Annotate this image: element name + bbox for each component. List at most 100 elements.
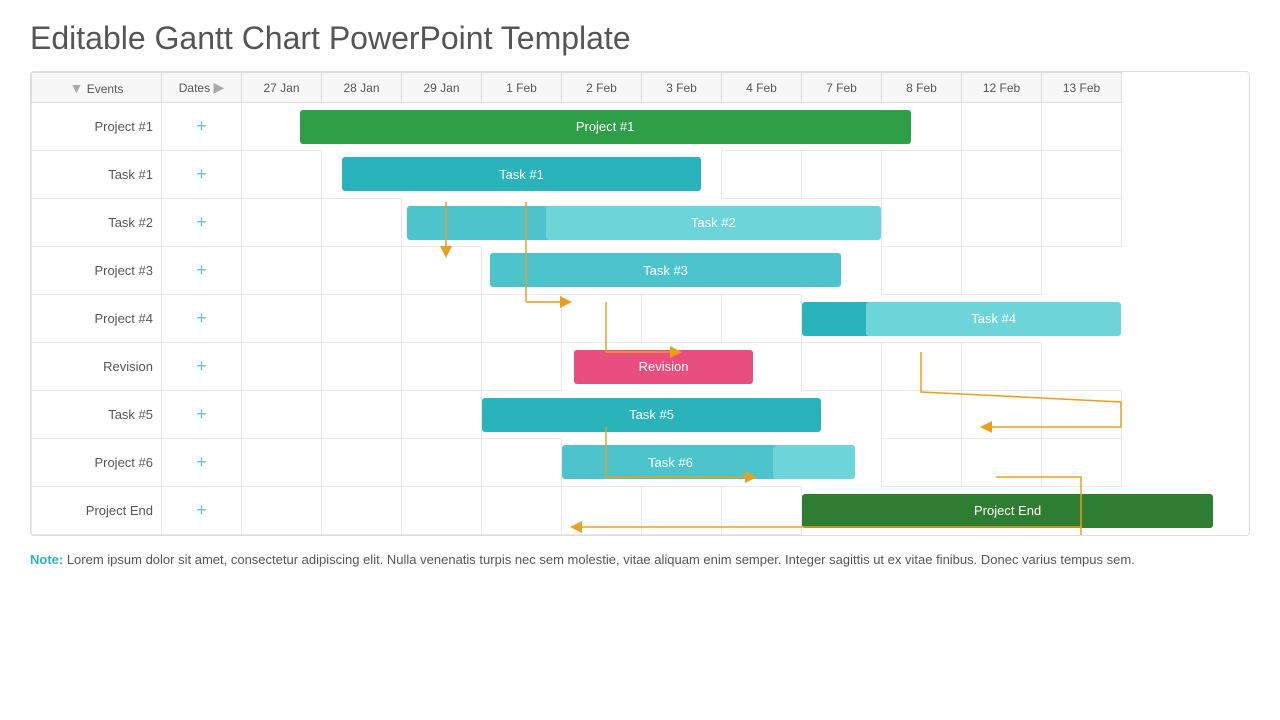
empty-p6-4 bbox=[482, 439, 562, 487]
empty-p6-3 bbox=[402, 439, 482, 487]
add-project6-btn[interactable]: + bbox=[196, 452, 207, 472]
row-task5: Task #5 + Task #5 bbox=[32, 391, 1250, 439]
bar-task3: Task #3 bbox=[490, 253, 841, 287]
note-label: Note: bbox=[30, 552, 63, 567]
add-task5-btn[interactable]: + bbox=[196, 404, 207, 424]
bar-cell-task5: Task #5 bbox=[482, 391, 882, 439]
arrow-icon: ▶ bbox=[213, 79, 224, 95]
header-day-9: 12 Feb bbox=[962, 73, 1042, 103]
bar-task1: Task #1 bbox=[342, 157, 701, 191]
empty-p6-5 bbox=[882, 439, 962, 487]
empty-t2-5 bbox=[1042, 199, 1122, 247]
action-task5[interactable]: + bbox=[162, 391, 242, 439]
row-revision: Revision + Revision bbox=[32, 343, 1250, 391]
bar-task5: Task #5 bbox=[482, 398, 821, 432]
empty-t2-1 bbox=[242, 199, 322, 247]
label-revision: Revision bbox=[32, 343, 162, 391]
empty-t2-3 bbox=[882, 199, 962, 247]
action-task2[interactable]: + bbox=[162, 199, 242, 247]
empty-p4-5 bbox=[562, 295, 642, 343]
label-task5: Task #5 bbox=[32, 391, 162, 439]
bar-task4: Task #4 bbox=[866, 302, 1122, 336]
bar-cell-task3: Task #3 bbox=[482, 247, 882, 295]
label-project4: Project #4 bbox=[32, 295, 162, 343]
bar-task6: Task #6 bbox=[562, 445, 779, 479]
bar-cell-task6: Task #6 bbox=[562, 439, 882, 487]
action-revision[interactable]: + bbox=[162, 343, 242, 391]
action-project4[interactable]: + bbox=[162, 295, 242, 343]
label-task2: Task #2 bbox=[32, 199, 162, 247]
bar-cell-task4: Task #4 bbox=[802, 295, 1122, 343]
empty-p3-2 bbox=[322, 247, 402, 295]
empty-p3-4 bbox=[882, 247, 962, 295]
bar-cell-task1: Task #1 bbox=[322, 151, 722, 199]
page-title: Editable Gantt Chart PowerPoint Template bbox=[30, 20, 1250, 57]
empty-project1b bbox=[1042, 103, 1122, 151]
add-project3-btn[interactable]: + bbox=[196, 260, 207, 280]
empty-t5-4 bbox=[882, 391, 962, 439]
empty-p3-1 bbox=[242, 247, 322, 295]
empty-p4-2 bbox=[322, 295, 402, 343]
empty-t2-4 bbox=[962, 199, 1042, 247]
table-container: ▼ Events Dates ▶ 27 Jan 28 Jan 29 Jan 1 … bbox=[31, 72, 1249, 535]
bar-task2: Task #2 bbox=[546, 206, 881, 240]
action-task1[interactable]: + bbox=[162, 151, 242, 199]
events-label: Events bbox=[87, 82, 124, 96]
bar-cell-project1: Project #1 bbox=[242, 103, 962, 151]
action-project6[interactable]: + bbox=[162, 439, 242, 487]
header-day-1: 28 Jan bbox=[322, 73, 402, 103]
gantt-table: ▼ Events Dates ▶ 27 Jan 28 Jan 29 Jan 1 … bbox=[31, 72, 1249, 535]
header-events: ▼ Events bbox=[32, 73, 162, 103]
row-task2: Task #2 + Task #2 bbox=[32, 199, 1250, 247]
add-project-end-btn[interactable]: + bbox=[196, 500, 207, 520]
empty-t5-2 bbox=[322, 391, 402, 439]
empty-t1-6 bbox=[1042, 151, 1122, 199]
empty-r-4 bbox=[482, 343, 562, 391]
action-project-end[interactable]: + bbox=[162, 487, 242, 535]
label-project3: Project #3 bbox=[32, 247, 162, 295]
header-day-10: 13 Feb bbox=[1042, 73, 1122, 103]
header-day-0: 27 Jan bbox=[242, 73, 322, 103]
empty-t1-3 bbox=[802, 151, 882, 199]
empty-t5-6 bbox=[1042, 391, 1122, 439]
header-day-4: 2 Feb bbox=[562, 73, 642, 103]
add-project1-btn[interactable]: + bbox=[196, 116, 207, 136]
action-project3[interactable]: + bbox=[162, 247, 242, 295]
empty-t2-2 bbox=[322, 199, 402, 247]
empty-r-5 bbox=[802, 343, 882, 391]
empty-t1-4 bbox=[882, 151, 962, 199]
add-task2-btn[interactable]: + bbox=[196, 212, 207, 232]
empty-r-1 bbox=[242, 343, 322, 391]
add-project4-btn[interactable]: + bbox=[196, 308, 207, 328]
action-project1[interactable]: + bbox=[162, 103, 242, 151]
empty-p6-6 bbox=[962, 439, 1042, 487]
add-revision-btn[interactable]: + bbox=[196, 356, 207, 376]
label-task1: Task #1 bbox=[32, 151, 162, 199]
note-text: Lorem ipsum dolor sit amet, consectetur … bbox=[63, 552, 1135, 567]
bar-task4-dark bbox=[802, 302, 872, 336]
row-task1: Task #1 + Task #1 bbox=[32, 151, 1250, 199]
empty-p6-2 bbox=[322, 439, 402, 487]
header-day-7: 7 Feb bbox=[802, 73, 882, 103]
empty-r-2 bbox=[322, 343, 402, 391]
empty-project1 bbox=[962, 103, 1042, 151]
bar-task6-ext bbox=[773, 445, 856, 479]
bar-cell-task2: Task #2 bbox=[402, 199, 882, 247]
empty-p4-4 bbox=[482, 295, 562, 343]
add-task1-btn[interactable]: + bbox=[196, 164, 207, 184]
empty-p4-3 bbox=[402, 295, 482, 343]
bar-project1: Project #1 bbox=[300, 110, 911, 144]
empty-t5-1 bbox=[242, 391, 322, 439]
label-project6: Project #6 bbox=[32, 439, 162, 487]
empty-t1-5 bbox=[962, 151, 1042, 199]
empty-pe-1 bbox=[242, 487, 322, 535]
gantt-chart: ▼ Events Dates ▶ 27 Jan 28 Jan 29 Jan 1 … bbox=[30, 71, 1250, 536]
header-day-8: 8 Feb bbox=[882, 73, 962, 103]
empty-t1-1 bbox=[242, 151, 322, 199]
empty-p3-5 bbox=[962, 247, 1042, 295]
empty-p6-7 bbox=[1042, 439, 1122, 487]
empty-r-3 bbox=[402, 343, 482, 391]
row-project3: Project #3 + Task #3 bbox=[32, 247, 1250, 295]
empty-pe-3 bbox=[402, 487, 482, 535]
header-day-5: 3 Feb bbox=[642, 73, 722, 103]
